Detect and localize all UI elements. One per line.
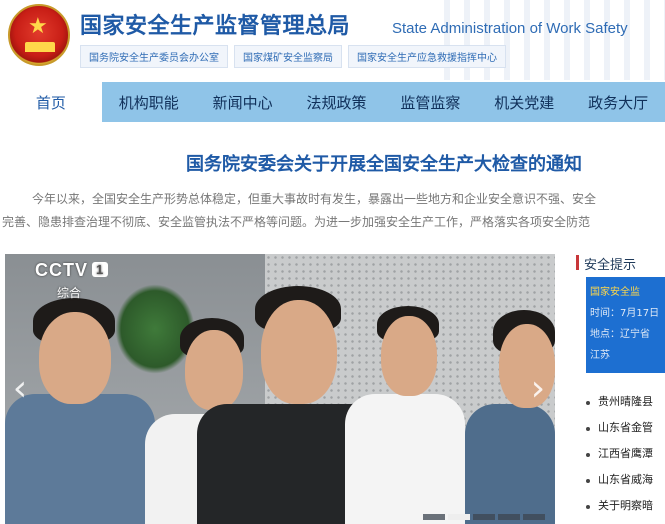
feature-line: 地点：辽宁省 [590, 329, 650, 340]
article-summary-line-2: 完善、隐患排查治理不彻底、安全监管执法不严格等问题。为进一步加强安全生产工作，严… [2, 215, 591, 229]
slide-dot-1[interactable] [423, 514, 445, 520]
cctv-channel-logo: CCTV 1 [35, 260, 109, 281]
cctv-channel-subtitle: 综合 [57, 286, 82, 300]
slide-dot-2[interactable] [448, 514, 470, 520]
feature-line: 时间：7月17日 [590, 308, 660, 319]
safety-tips-title: 安全提示 [575, 254, 636, 273]
site-title-english: State Administration of Work Safety [392, 20, 628, 37]
star-icon: ★ [28, 14, 48, 39]
header-decoration [430, 0, 665, 80]
slide-indicator [423, 514, 545, 520]
safety-tips-panel: 安全提示 国家安全监 时间：7月17日 地点：辽宁省 江苏 贵州晴隆县 山东省金… [560, 244, 665, 524]
emblem-gate-icon [25, 42, 55, 52]
list-item[interactable]: 关于明察暗 [586, 493, 653, 519]
sub-link-coal-mine[interactable]: 国家煤矿安全监察局 [234, 45, 342, 68]
list-item[interactable]: 贵州晴隆县 [586, 389, 653, 415]
slide-dot-4[interactable] [498, 514, 520, 520]
safety-tips-feature[interactable]: 国家安全监 时间：7月17日 地点：辽宁省 江苏 [586, 277, 665, 373]
news-photo-slider[interactable]: CCTV 1 综合 ‹ › [5, 254, 555, 524]
sub-link-emergency-center[interactable]: 国家安全生产应急救援指挥中心 [348, 45, 506, 68]
headline-link[interactable]: 国务院安委会关于开展全国安全生产大检查的通知 [186, 150, 582, 176]
feature-line: 国家安全监 [590, 287, 640, 298]
list-item[interactable]: 山东省金管 [586, 415, 653, 441]
slide-dot-5[interactable] [523, 514, 545, 520]
nav-item-regulations[interactable]: 法规政策 [290, 82, 384, 122]
site-header: ★ 国家安全生产监督管理总局 State Administration of W… [0, 0, 665, 80]
nav-item-news[interactable]: 新闻中心 [196, 82, 290, 122]
list-item[interactable]: 江西省鹰潭 [586, 441, 653, 467]
main-nav: 首页 机构职能 新闻中心 法规政策 监管监察 机关党建 政务大厅 [0, 82, 665, 122]
nav-item-supervision[interactable]: 监管监察 [383, 82, 477, 122]
slide-prev-icon[interactable]: ‹ [9, 364, 31, 414]
feature-line: 江苏 [590, 350, 610, 361]
sub-links: 国务院安全生产委员会办公室 国家煤矿安全监察局 国家安全生产应急救援指挥中心 [80, 45, 506, 68]
list-item[interactable]: 山东省威海 [586, 467, 653, 493]
slide-dot-3[interactable] [473, 514, 495, 520]
slide-next-icon[interactable]: › [527, 364, 549, 414]
site-title[interactable]: 国家安全生产监督管理总局 [80, 8, 350, 40]
national-emblem-logo[interactable]: ★ [8, 4, 70, 66]
safety-tips-list: 贵州晴隆县 山东省金管 江西省鹰潭 山东省威海 关于明察暗 [586, 389, 653, 519]
nav-item-services[interactable]: 政务大厅 [571, 82, 665, 122]
article-summary-line-1: 今年以来，全国安全生产形势总体稳定，但重大事故时有发生，暴露出一些地方和企业安全… [32, 192, 597, 206]
nav-item-organization[interactable]: 机构职能 [102, 82, 196, 122]
nav-item-party[interactable]: 机关党建 [477, 82, 571, 122]
sub-link-safety-committee[interactable]: 国务院安全生产委员会办公室 [80, 45, 228, 68]
nav-item-home[interactable]: 首页 [0, 82, 102, 122]
